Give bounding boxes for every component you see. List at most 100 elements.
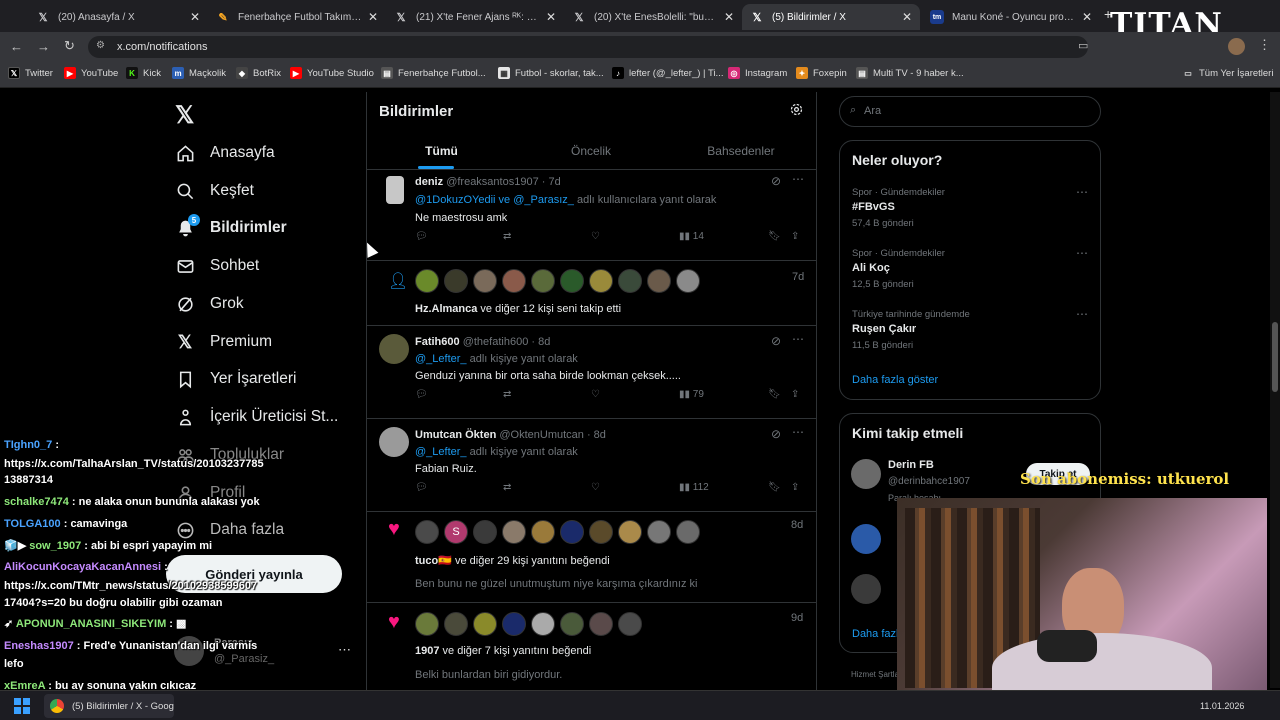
actor-name[interactable]: tuco🇪🇸 [415, 555, 452, 567]
menu-icon[interactable]: ⋮ [1258, 37, 1271, 53]
bookmark-icon[interactable]: 🔖︎ [768, 482, 781, 493]
all-bookmarks[interactable]: ▭ Tüm Yer İşaretleri [1182, 67, 1273, 79]
close-icon[interactable]: ✕ [546, 10, 556, 24]
actor-name[interactable]: 1907 [415, 645, 439, 657]
forward-icon[interactable]: → [37, 39, 50, 54]
close-icon[interactable]: ✕ [724, 10, 734, 24]
back-icon[interactable]: ← [10, 39, 23, 54]
search-box[interactable]: ⌕ Ara [839, 96, 1101, 127]
trend-item[interactable]: Spor · Gündemdekiler #FBvGS 57,4 B gönde… [840, 181, 1100, 233]
share-icon[interactable]: ⇪ [791, 389, 799, 400]
reply-notification[interactable]: Fatih600 @thefatih600 · 8d @_Lefter_ adl… [367, 326, 816, 410]
nav-notifications[interactable]: 5 Bildirimler [175, 214, 287, 241]
views-icon[interactable]: ▮▮ 79 [679, 389, 704, 400]
reply-icon[interactable]: 💬︎ [415, 482, 428, 493]
user-name[interactable]: Umutcan Ökten [415, 429, 496, 441]
mention-link[interactable]: @1DokuzOYedii [415, 194, 495, 206]
bookmark-youtube-studio[interactable]: ▶ YouTube Studio [290, 67, 374, 79]
nav-bookmarks[interactable]: Yer İşaretleri [175, 366, 296, 392]
settings-icon[interactable] [789, 102, 804, 122]
tab-fenerbahce[interactable]: ✎ Fenerbahçe Futbol Takımı - Gal ✕ [208, 4, 386, 30]
tab-bildirimler[interactable]: 𝕏 (5) Bildirimler / X ✕ [742, 4, 920, 30]
mention-link[interactable]: @_Parasız_ [513, 194, 574, 206]
share-icon[interactable]: ⇪ [791, 482, 799, 493]
tab-priority[interactable]: Öncelik [516, 132, 666, 169]
reply-icon[interactable]: 💬︎ [415, 389, 428, 400]
reply-icon[interactable]: 💬︎ [415, 231, 428, 242]
more-icon[interactable]: ⋯ [792, 172, 804, 186]
cast-icon[interactable]: ▭ [1078, 39, 1088, 52]
bookmark-youtube[interactable]: ▶ YouTube [64, 67, 118, 79]
site-info-icon[interactable]: ⚙ [96, 40, 105, 51]
user-avatar[interactable] [851, 574, 881, 604]
tab-all[interactable]: Tümü [367, 132, 516, 169]
nav-messages[interactable]: Sohbet [175, 253, 259, 279]
bookmark-icon[interactable]: 🔖︎ [768, 389, 781, 400]
close-icon[interactable]: ✕ [368, 10, 378, 24]
like-icon[interactable]: ♡ [591, 389, 600, 400]
grok-icon[interactable]: ⊘ [771, 174, 781, 188]
retweet-icon[interactable]: ⇄ [503, 231, 511, 242]
reply-notification[interactable]: Umutcan Ökten @OktenUmutcan · 8d @_Lefte… [367, 419, 816, 503]
close-icon[interactable]: ✕ [1082, 10, 1092, 24]
retweet-icon[interactable]: ⇄ [503, 389, 511, 400]
nav-explore[interactable]: Keşfet [175, 178, 254, 204]
actor-name[interactable]: Hz.Almanca [415, 303, 477, 315]
grok-icon[interactable]: ⊘ [771, 334, 781, 348]
tab-enesbolelli[interactable]: 𝕏 (20) X'te EnesBolelli: "bundan i ✕ [564, 4, 742, 30]
more-icon[interactable]: ⋯ [792, 425, 804, 439]
bookmark-foxepin[interactable]: ✦ Foxepin [796, 67, 847, 79]
account-menu-icon[interactable]: ⋯ [338, 642, 351, 658]
more-icon[interactable]: ⋯ [1076, 246, 1088, 260]
trend-item[interactable]: Spor · Gündemdekiler Ali Koç 12,5 B gönd… [840, 242, 1100, 294]
bookmark-kick[interactable]: K Kick [126, 67, 161, 79]
windows-start-icon[interactable] [14, 698, 30, 714]
scrollbar-thumb[interactable] [1272, 322, 1278, 392]
nav-grok[interactable]: Grok [175, 291, 244, 317]
more-icon[interactable]: ⋯ [1076, 185, 1088, 199]
reload-icon[interactable]: ↻ [64, 38, 75, 54]
bookmark-instagram[interactable]: ◎ Instagram [728, 67, 787, 79]
more-icon[interactable]: ⋯ [792, 332, 804, 346]
tab-mentions[interactable]: Bahsedenler [666, 132, 816, 169]
nav-home[interactable]: Anasayfa [175, 140, 275, 166]
user-name[interactable]: Fatih600 [415, 336, 460, 348]
follow-notification[interactable]: 👤︎ 7d Hz.Almanca ve diğer 12 kişi seni t… [367, 261, 816, 317]
like-notification[interactable]: ♥ S 8d tuco🇪🇸 ve diğer 29 kişi yanıtını … [367, 512, 816, 600]
mention-link[interactable]: @_Lefter_ [415, 446, 467, 458]
tab-anasayfa[interactable]: 𝕏 (20) Anasayfa / X ✕ [28, 4, 208, 30]
views-icon[interactable]: ▮▮ 14 [679, 231, 704, 242]
tab-manu-kone[interactable]: tm Manu Koné - Oyuncu profili 25/ ✕ [922, 4, 1100, 30]
close-icon[interactable]: ✕ [190, 10, 200, 24]
bookmark-botrix[interactable]: ◆ BotRix [236, 67, 281, 79]
bookmark-twitter[interactable]: 𝕏 Twitter [8, 67, 53, 79]
nav-premium[interactable]: 𝕏 Premium [175, 329, 272, 355]
like-icon[interactable]: ♡ [591, 231, 600, 242]
bookmark-multitv[interactable]: ▤ Multi TV - 9 haber k... [856, 67, 964, 79]
scrollbar[interactable] [1270, 92, 1280, 688]
show-more-link[interactable]: Daha fazla göster [852, 374, 938, 386]
bookmark-icon[interactable]: 🔖︎ [768, 231, 781, 242]
address-bar[interactable]: ⚙ x.com/notifications [88, 36, 1088, 58]
bookmark-lefter[interactable]: ♪ lefter (@_lefter_) | Ti... [612, 67, 723, 79]
bookmark-fenerbahce[interactable]: ▤ Fenerbahçe Futbol... [381, 67, 486, 79]
like-notification[interactable]: ♥ 9d 1907 ve diğer 7 kişi yanıtını beğen… [367, 603, 816, 690]
mention-link[interactable]: @_Lefter_ [415, 353, 467, 365]
suggested-user-name[interactable]: Derin FB [888, 459, 934, 471]
grok-icon[interactable]: ⊘ [771, 427, 781, 441]
views-icon[interactable]: ▮▮ 112 [679, 482, 709, 493]
x-logo-icon[interactable]: 𝕏 [175, 101, 194, 130]
retweet-icon[interactable]: ⇄ [503, 482, 511, 493]
like-icon[interactable]: ♡ [591, 482, 600, 493]
taskbar-chrome-app[interactable]: (5) Bildirimler / X - Goog [44, 694, 174, 718]
bookmark-futbol[interactable]: ▦ Futbol - skorlar, tak... [498, 67, 604, 79]
user-name[interactable]: deniz [415, 176, 443, 188]
tab-fener-ajans[interactable]: 𝕏 (21) X'te Fener Ajans ᴿᴷ: "SON D ✕ [386, 4, 564, 30]
close-icon[interactable]: ✕ [902, 10, 912, 24]
more-icon[interactable]: ⋯ [1076, 307, 1088, 321]
terms-link[interactable]: Hizmet Şartları [851, 670, 904, 679]
nav-creator-studio[interactable]: İçerik Üreticisi St... [175, 404, 338, 430]
user-avatar[interactable] [851, 524, 881, 554]
share-icon[interactable]: ⇪ [791, 231, 799, 242]
trend-item[interactable]: Türkiye tarihinde gündemde Ruşen Çakır 1… [840, 303, 1100, 355]
